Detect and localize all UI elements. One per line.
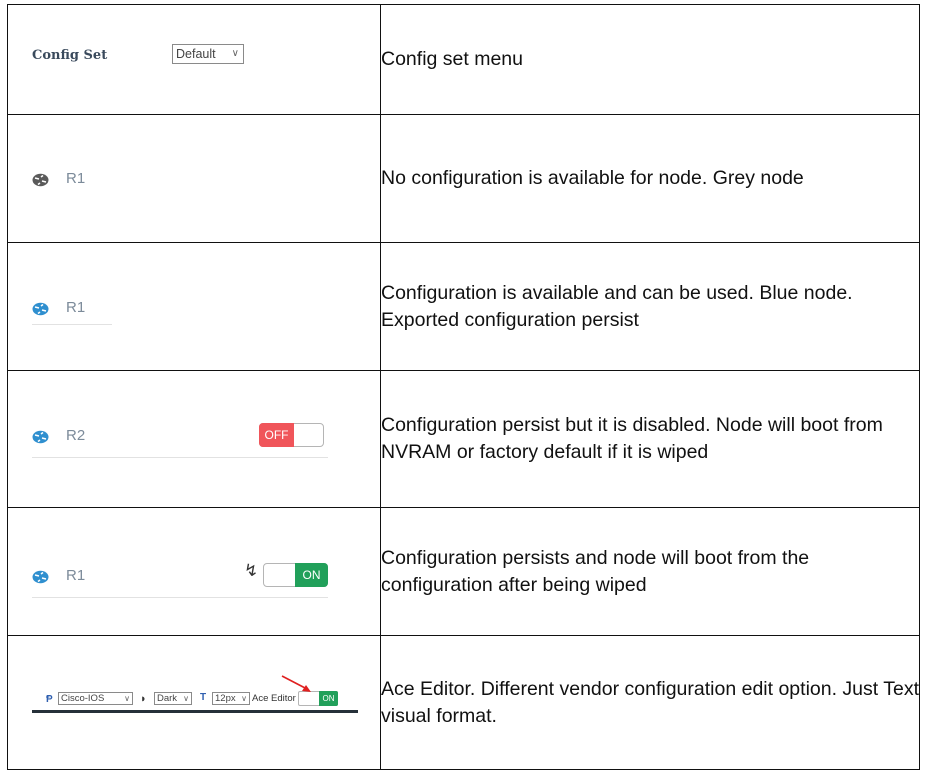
divider bbox=[32, 597, 328, 598]
node-name: R1 bbox=[66, 170, 86, 187]
grey-node-cell: R1 bbox=[7, 114, 381, 243]
divider bbox=[32, 324, 112, 325]
theme-value: Dark bbox=[157, 693, 178, 704]
config-set-cell: Config Set Default ∨ bbox=[7, 4, 381, 115]
theme-icon: ◗ bbox=[140, 693, 147, 705]
disabled-config-cell: R2 OFF bbox=[7, 370, 381, 508]
vendor-value: Cisco-IOS bbox=[61, 693, 105, 704]
editor-top-bar bbox=[32, 710, 358, 713]
description-text: Configuration persist but it is disabled… bbox=[380, 370, 920, 508]
font-size-select[interactable]: 12px ∨ bbox=[212, 692, 250, 705]
config-set-select[interactable]: Default ∨ bbox=[172, 44, 244, 64]
config-toggle-on[interactable]: ON bbox=[263, 563, 328, 587]
router-icon bbox=[32, 570, 49, 584]
divider bbox=[32, 457, 328, 458]
node-name: R2 bbox=[66, 427, 86, 444]
description-table: Config Set Default ∨ Config set menu R1 … bbox=[7, 4, 920, 770]
toggle-off-label: OFF bbox=[259, 423, 294, 447]
description-text: Configuration is available and can be us… bbox=[380, 242, 920, 371]
toggle-on-label: ON bbox=[295, 563, 328, 587]
router-icon bbox=[32, 173, 49, 187]
node-name: R1 bbox=[66, 567, 86, 584]
red-arrow-annotation bbox=[281, 675, 311, 692]
description-text: Config set menu bbox=[380, 4, 920, 115]
theme-select[interactable]: Dark ∨ bbox=[154, 692, 192, 705]
toggle-on-label: ON bbox=[319, 691, 338, 706]
router-icon bbox=[32, 430, 49, 444]
chevron-down-icon: ∨ bbox=[183, 694, 189, 703]
enabled-config-cell: R1 ↯ ON bbox=[7, 507, 381, 636]
description-text: Configuration persists and node will boo… bbox=[380, 507, 920, 636]
font-size-icon: T bbox=[200, 692, 207, 703]
chevron-down-icon: ∨ bbox=[241, 694, 247, 703]
font-size-value: 12px bbox=[215, 693, 236, 704]
config-set-label: Config Set bbox=[32, 48, 108, 63]
blue-node-cell: R1 bbox=[7, 242, 381, 371]
config-set-value: Default bbox=[176, 47, 216, 61]
description-text: Ace Editor. Different vendor configurati… bbox=[380, 635, 920, 770]
config-toggle-off[interactable]: OFF bbox=[259, 423, 324, 447]
bolt-icon[interactable]: ↯ bbox=[244, 561, 258, 581]
vendor-icon: Ᵽ bbox=[46, 694, 53, 705]
vendor-select[interactable]: Cisco-IOS ∨ bbox=[58, 692, 133, 705]
chevron-down-icon: ∨ bbox=[231, 48, 239, 59]
chevron-down-icon: ∨ bbox=[124, 694, 130, 703]
router-icon bbox=[32, 302, 49, 316]
ace-editor-cell: Ᵽ Cisco-IOS ∨ ◗ Dark ∨ T 12px ∨ Ace Edit… bbox=[7, 635, 381, 770]
description-text: No configuration is available for node. … bbox=[380, 114, 920, 243]
node-name: R1 bbox=[66, 299, 86, 316]
